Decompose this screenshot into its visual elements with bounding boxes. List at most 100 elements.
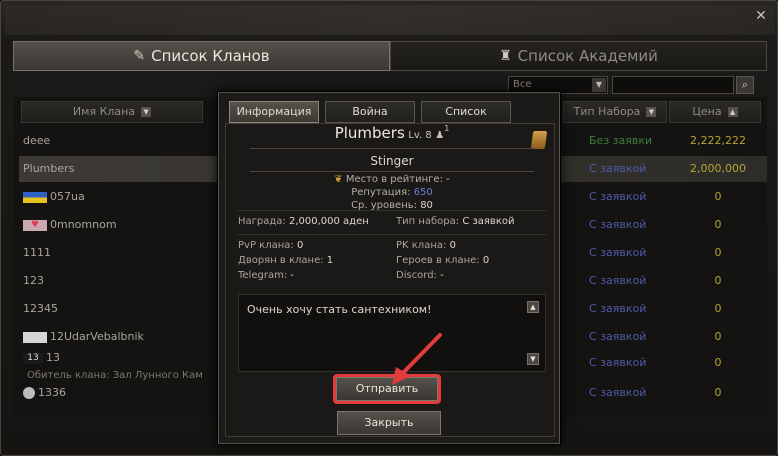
clan-name: 1336	[38, 386, 66, 399]
clan-name: 12UdarVebalbnik	[50, 330, 144, 343]
tab-info[interactable]: Информация	[229, 101, 319, 123]
laurel-icon: ❦	[334, 174, 343, 185]
clan-price: 0	[714, 386, 722, 399]
discord-value: -	[440, 270, 444, 281]
clan-name: 1111	[23, 246, 51, 259]
book-icon[interactable]	[530, 131, 548, 149]
main-tabs: ✎ Список Кланов ♜ Список Академий	[13, 41, 767, 71]
divider	[238, 234, 546, 235]
scroll-down-icon[interactable]: ▼	[527, 353, 539, 365]
column-header-name[interactable]: Имя Клана ▼	[21, 101, 203, 123]
member-count: 1	[444, 124, 450, 133]
tab-clan-list[interactable]: ✎ Список Кланов	[13, 41, 390, 71]
column-header-type-label: Тип Набора	[573, 105, 641, 118]
column-header-name-label: Имя Клана	[72, 105, 136, 118]
recruit-type: С заявкой	[589, 274, 647, 287]
clan-price: 0	[714, 330, 722, 343]
reward-value: 2,000,000 аден	[288, 216, 369, 227]
highlight-box	[333, 374, 441, 404]
column-header-type[interactable]: Тип Набора ▼	[563, 101, 667, 123]
recruit-label: Тип набора:	[396, 216, 460, 227]
divider	[250, 171, 534, 172]
nobles-value: 1	[326, 255, 334, 266]
recruit-type: С заявкой	[589, 162, 647, 175]
rank-stat: ❦ Место в рейтинге: -	[250, 174, 534, 185]
heroes-value: 0	[482, 255, 490, 266]
reward-label: Награда:	[238, 216, 286, 227]
clan-name-cell: ♥ 0mnomnom	[23, 212, 117, 238]
reputation-value: 650	[413, 187, 433, 198]
reputation-label: Репутация:	[351, 187, 411, 198]
sort-down-icon: ▼	[141, 107, 152, 117]
clan-name: 057ua	[50, 190, 85, 203]
clan-price: 0	[714, 218, 722, 231]
heroes-row: Героев в клане: 0	[396, 255, 489, 266]
reputation-stat: Репутация: 650	[250, 187, 534, 198]
clan-price: 0	[714, 302, 722, 315]
heroes-label: Героев в клане:	[396, 255, 480, 266]
discord-label: Discord:	[396, 270, 437, 281]
nobles-row: Дворян в клане: 1	[238, 255, 333, 266]
member-icon: ♟	[435, 130, 445, 141]
tab-academy-list-label: Список Академий	[517, 47, 658, 65]
search-input[interactable]	[612, 76, 734, 94]
clan-level: Lv. 8	[408, 130, 432, 141]
tab-war[interactable]: Война	[325, 101, 415, 123]
pvp-row: PvP клана: 0	[238, 240, 303, 251]
clan-price: 0	[714, 274, 722, 287]
clan-price: 2,000,000	[690, 162, 746, 175]
sort-down-icon: ▼	[646, 107, 657, 117]
clan-name: 123	[23, 274, 44, 287]
telegram-value: -	[290, 270, 294, 281]
clan-name: 0mnomnom	[50, 218, 117, 231]
close-window-icon[interactable]: ✕	[753, 8, 769, 24]
telegram-label: Telegram:	[238, 270, 288, 281]
scroll-icon: ✎	[133, 48, 146, 64]
close-button[interactable]: Закрыть	[337, 411, 441, 435]
clan-name-cell: 057ua	[23, 184, 85, 210]
clan-leader: Stinger	[370, 154, 414, 168]
clan-header: Plumbers Lv. 8 ♟1	[250, 124, 534, 142]
sort-up-icon: ▲	[727, 107, 738, 117]
pvp-value: 0	[296, 240, 304, 251]
recruit-type: С заявкой	[589, 356, 647, 369]
nobles-label: Дворян в клане:	[238, 255, 324, 266]
rank-label: Место в рейтинге:	[345, 174, 443, 185]
discord-row: Discord: -	[396, 270, 444, 281]
tab-list[interactable]: Список	[421, 101, 511, 123]
message-text: Очень хочу стать сантехником!	[247, 303, 432, 316]
recruit-type: С заявкой	[589, 386, 647, 399]
column-header-price[interactable]: Цена ▲	[669, 101, 761, 123]
clan-name-cell: 1336	[23, 380, 66, 406]
filter-select-value: Все	[513, 79, 532, 90]
message-textarea[interactable]: Очень хочу стать сантехником! ▲ ▼	[238, 294, 546, 372]
clan-price: 2,222,222	[690, 134, 746, 147]
academy-icon: ♜	[499, 48, 512, 64]
clan-price: 0	[714, 190, 722, 203]
tab-clan-list-label: Список Кланов	[151, 47, 270, 65]
recruit-type: С заявкой	[589, 218, 647, 231]
circle-crest-icon	[23, 387, 35, 399]
column-header-price-label: Цена	[692, 105, 722, 118]
pk-label: PK клана:	[396, 240, 447, 251]
tab-academy-list[interactable]: ♜ Список Академий	[390, 41, 767, 71]
recruit-type: С заявкой	[589, 246, 647, 259]
scroll-up-icon[interactable]: ▲	[527, 301, 539, 313]
pk-value: 0	[449, 240, 456, 251]
recruit-type-row: Тип набора: С заявкой	[396, 216, 515, 227]
clan-price: 0	[714, 246, 722, 259]
ua-flag-crest-icon	[23, 191, 47, 203]
recruit-type: Без заявки	[589, 134, 653, 147]
number-crest-icon: 13	[23, 352, 43, 364]
search-icon[interactable]: ⌕	[736, 76, 754, 94]
chevron-down-icon: ▼	[592, 78, 606, 92]
reward-row: Награда: 2,000,000 аден	[238, 216, 369, 227]
clan-name: 12345	[23, 302, 58, 315]
divider	[238, 210, 546, 211]
telegram-row: Telegram: -	[238, 270, 294, 281]
dark-crest-icon	[23, 331, 47, 343]
recruit-type: С заявкой	[589, 330, 647, 343]
modal-tabs: Информация Война Список	[229, 101, 511, 123]
rank-value: -	[446, 174, 450, 185]
recruit-value: С заявкой	[462, 216, 515, 227]
